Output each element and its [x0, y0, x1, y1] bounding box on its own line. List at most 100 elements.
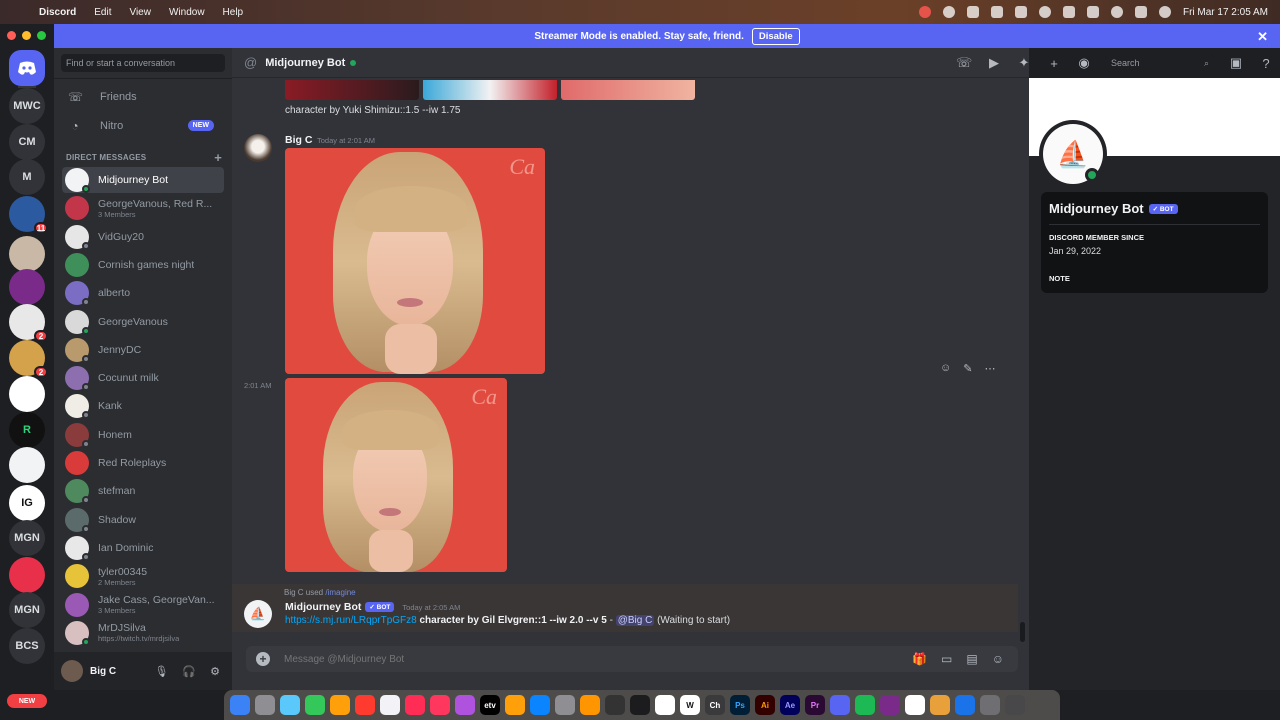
dock-app-icon[interactable]: [830, 695, 850, 715]
status-icon[interactable]: [942, 6, 955, 18]
dock-app-icon[interactable]: W: [680, 695, 700, 715]
dock-app-icon[interactable]: [905, 695, 925, 715]
server-icon[interactable]: CM: [9, 124, 45, 160]
dm-search-input[interactable]: Find or start a conversation: [61, 54, 225, 72]
dock-app-icon[interactable]: [430, 695, 450, 715]
dm-item[interactable]: Red Roleplays: [62, 450, 224, 476]
midjourney-bot-avatar[interactable]: ⛵: [244, 600, 272, 628]
discord-home-button[interactable]: [9, 50, 45, 86]
dock-app-icon[interactable]: Ch: [705, 695, 725, 715]
server-icon[interactable]: 11: [9, 196, 48, 234]
zoom-window-button[interactable]: [37, 31, 46, 40]
dock-app-icon[interactable]: [280, 695, 300, 715]
menu-help[interactable]: Help: [214, 7, 253, 18]
dock-app-icon[interactable]: Pr: [805, 695, 825, 715]
dock-app-icon[interactable]: [855, 695, 875, 715]
user-profile-toggle-icon[interactable]: ◉: [1076, 55, 1092, 71]
bot-author[interactable]: Midjourney Bot: [285, 601, 361, 613]
bluetooth-icon[interactable]: [1014, 6, 1027, 18]
disable-streamer-button[interactable]: Disable: [751, 27, 800, 45]
uploaded-image-2[interactable]: Ca: [285, 378, 507, 572]
nav-friends[interactable]: ☏ Friends: [62, 85, 224, 109]
gif-icon[interactable]: ▭: [941, 652, 952, 666]
dock-app-icon[interactable]: Ai: [755, 695, 775, 715]
server-icon[interactable]: [9, 269, 45, 305]
wifi-icon[interactable]: [1086, 6, 1099, 18]
server-icon[interactable]: [9, 236, 45, 272]
dock-app-icon[interactable]: [1005, 695, 1025, 715]
dock-app-icon[interactable]: [455, 695, 475, 715]
menu-app-name[interactable]: Discord: [30, 7, 85, 18]
control-center-icon[interactable]: [1134, 6, 1147, 18]
extension-icon[interactable]: [966, 6, 979, 18]
profile-avatar[interactable]: ⛵: [1039, 120, 1107, 188]
dm-item[interactable]: GeorgeVanous: [62, 309, 224, 335]
server-icon[interactable]: IG: [9, 485, 45, 521]
dock-app-icon[interactable]: [330, 695, 350, 715]
menu-window[interactable]: Window: [160, 7, 214, 18]
create-dm-icon[interactable]: +: [214, 150, 222, 165]
dm-item[interactable]: alberto: [62, 280, 224, 307]
server-icon[interactable]: MGN: [9, 520, 45, 556]
message-input[interactable]: [284, 653, 913, 665]
pinned-messages-icon[interactable]: ✦: [1016, 55, 1032, 71]
dock-app-icon[interactable]: Ae: [780, 695, 800, 715]
dock-app-icon[interactable]: [355, 695, 375, 715]
dock-app-icon[interactable]: [505, 695, 525, 715]
server-icon[interactable]: BCS: [9, 628, 45, 664]
server-icon[interactable]: R: [9, 412, 45, 448]
dm-item[interactable]: Ian Dominic: [62, 535, 224, 561]
previous-image-3[interactable]: [561, 80, 695, 100]
dm-item[interactable]: MrDJSilva https://twitch.tv/mrdjsilva: [62, 620, 224, 646]
server-icon[interactable]: [9, 447, 45, 483]
help-icon[interactable]: ?: [1258, 56, 1274, 71]
dock-app-icon[interactable]: [930, 695, 950, 715]
voice-call-icon[interactable]: ☏: [956, 55, 972, 71]
dock-app-icon[interactable]: [980, 695, 1000, 715]
menubar-clock[interactable]: Fri Mar 17 2:05 AM: [1183, 7, 1268, 18]
dm-item[interactable]: Cocunut milk: [62, 365, 224, 392]
spotlight-icon[interactable]: [1110, 6, 1123, 18]
record-icon[interactable]: [918, 6, 931, 18]
menu-edit[interactable]: Edit: [85, 7, 120, 18]
server-icon[interactable]: [9, 557, 45, 593]
dock-app-icon[interactable]: [655, 695, 675, 715]
command-name[interactable]: /imagine: [325, 588, 355, 597]
dm-item[interactable]: Honem: [62, 422, 224, 448]
headphones-icon[interactable]: 🎧: [182, 665, 196, 678]
dm-item[interactable]: Midjourney Bot: [62, 167, 224, 193]
previous-image-2[interactable]: [423, 80, 557, 100]
command-user[interactable]: Big C used: [284, 588, 323, 597]
previous-image-grid[interactable]: [285, 80, 695, 100]
inbox-icon[interactable]: ▣: [1228, 55, 1244, 71]
close-window-button[interactable]: [7, 31, 16, 40]
media-icon[interactable]: [1038, 6, 1051, 18]
user-mention[interactable]: @Big C: [615, 615, 655, 626]
previous-image-1[interactable]: [285, 80, 419, 100]
alert-icon[interactable]: [990, 6, 1003, 18]
edit-icon[interactable]: ✎: [963, 362, 972, 375]
microphone-icon[interactable]: 🎙: [154, 665, 168, 678]
dock-app-icon[interactable]: [880, 695, 900, 715]
emoji-icon[interactable]: ☺: [992, 652, 1004, 666]
attach-plus-icon[interactable]: +: [256, 652, 270, 666]
dock-app-icon[interactable]: Ps: [730, 695, 750, 715]
minimize-window-button[interactable]: [22, 31, 31, 40]
nav-nitro[interactable]: ◔ Nitro NEW: [62, 114, 224, 138]
video-call-icon[interactable]: ▶: [986, 55, 1002, 71]
user-avatar[interactable]: [61, 660, 83, 682]
sticker-icon[interactable]: ▤: [966, 652, 977, 666]
dm-item[interactable]: tyler00345 2 Members: [62, 563, 224, 589]
close-banner-icon[interactable]: ✕: [1257, 29, 1268, 45]
dm-item[interactable]: Cornish games night: [62, 252, 224, 278]
dm-item[interactable]: GeorgeVanous, Red R... 3 Members: [62, 195, 224, 221]
dm-item[interactable]: Jake Cass, GeorgeVan... 3 Members: [62, 592, 224, 618]
image-prompt-link[interactable]: https://s.mj.run/LRqprTpGFz8: [285, 615, 417, 626]
big-c-avatar[interactable]: [244, 134, 272, 162]
menu-view[interactable]: View: [120, 7, 160, 18]
dock-app-icon[interactable]: [955, 695, 975, 715]
dock-app-icon[interactable]: [380, 695, 400, 715]
uploaded-image-1[interactable]: Ca: [285, 148, 545, 374]
dock-app-icon[interactable]: [405, 695, 425, 715]
server-icon[interactable]: 2: [9, 340, 48, 378]
